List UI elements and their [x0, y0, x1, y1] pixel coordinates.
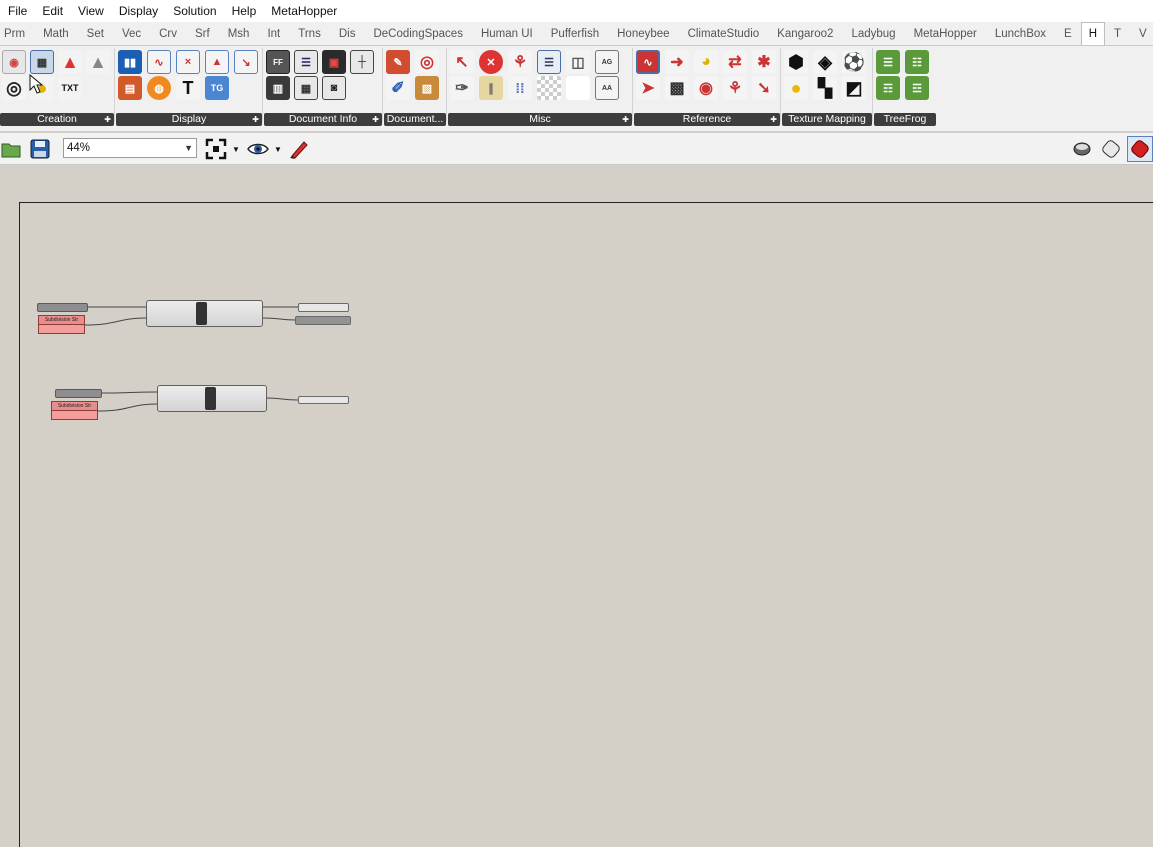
output-param-2[interactable] — [298, 396, 349, 404]
component-1[interactable] — [146, 300, 263, 327]
output-param-1b[interactable] — [295, 316, 351, 325]
output-param-1a[interactable] — [298, 303, 349, 312]
panel-2[interactable]: Subdivision Str — [51, 401, 98, 420]
wires-layer — [84, 306, 299, 412]
component-1-handle[interactable] — [196, 302, 207, 325]
input-param-1[interactable] — [37, 303, 88, 312]
component-2[interactable] — [157, 385, 267, 412]
panel-1-header: Subdivision Str — [39, 316, 84, 325]
mouse-cursor-icon — [29, 74, 43, 94]
panel-2-header: Subdivision Str — [52, 402, 97, 411]
component-2-handle[interactable] — [205, 387, 216, 410]
input-param-2[interactable] — [55, 389, 102, 398]
panel-1[interactable]: Subdivision Str — [38, 315, 85, 334]
